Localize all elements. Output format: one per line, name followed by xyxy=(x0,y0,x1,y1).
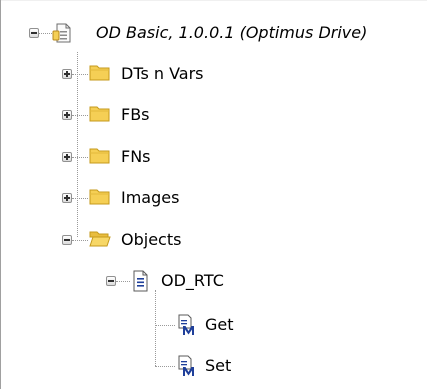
tree-node-label: FBs xyxy=(121,105,150,124)
folder-open-icon xyxy=(89,228,111,252)
tree-connector xyxy=(72,115,88,116)
tree-connector xyxy=(72,198,88,199)
tree-connector xyxy=(116,281,130,282)
expand-toggle[interactable] xyxy=(62,110,72,120)
collapse-toggle[interactable] xyxy=(106,276,116,286)
tree-node-label: DTs n Vars xyxy=(121,64,204,83)
tree-connector xyxy=(72,157,88,158)
folder-icon xyxy=(89,103,111,127)
tree-node-label: Images xyxy=(121,188,180,207)
expand-toggle[interactable] xyxy=(62,193,72,203)
folder-icon xyxy=(89,186,111,210)
tree-connector xyxy=(155,366,175,367)
method-icon xyxy=(176,355,198,381)
method-icon xyxy=(176,314,198,340)
panel-top-edge xyxy=(0,0,427,1)
tree-node-label: OD Basic, 1.0.0.1 (Optimus Drive) xyxy=(96,23,368,42)
tree-connector xyxy=(72,74,88,75)
tree-connector xyxy=(155,325,175,326)
tree-connector xyxy=(77,52,78,237)
folder-icon xyxy=(89,145,111,169)
tree-node-label: OD_RTC xyxy=(161,271,224,290)
folder-icon xyxy=(89,62,111,86)
tree-connector xyxy=(155,290,156,366)
tree-node-label: Get xyxy=(205,315,234,334)
document-properties-icon xyxy=(52,22,74,48)
expand-toggle[interactable] xyxy=(62,152,72,162)
tree-node-label: FNs xyxy=(121,147,151,166)
tree-node-label: Objects xyxy=(121,230,182,249)
collapse-toggle[interactable] xyxy=(29,28,39,38)
expand-toggle[interactable] xyxy=(62,69,72,79)
tree-node-label: Set xyxy=(205,356,232,375)
text-document-icon xyxy=(130,270,150,296)
tree-connector xyxy=(72,240,88,241)
tree-connector xyxy=(38,33,52,34)
panel-left-edge xyxy=(0,0,1,389)
collapse-toggle[interactable] xyxy=(62,235,72,245)
